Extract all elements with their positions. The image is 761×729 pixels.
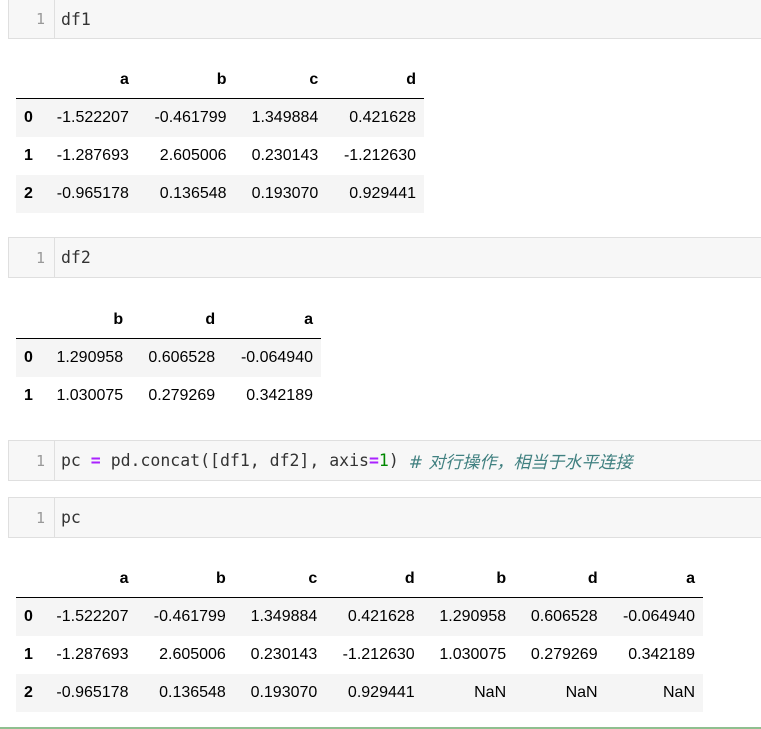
column-header: b xyxy=(422,561,515,598)
row-index: 2 xyxy=(24,684,33,701)
table-cell: -1.287693 xyxy=(56,147,129,164)
code-cell-df1[interactable]: 1 df1 xyxy=(8,0,761,39)
code-cell-pc[interactable]: 1 pc xyxy=(8,497,761,538)
row-index: 2 xyxy=(24,185,33,202)
code-variable: pc xyxy=(61,451,81,470)
row-index: 1 xyxy=(24,387,33,404)
column-header: d xyxy=(325,561,423,598)
table-row: 0 1.290958 0.606528 -0.064940 xyxy=(16,338,321,377)
table-cell: 0.606528 xyxy=(530,608,598,625)
table-cell: -1.212630 xyxy=(342,646,415,663)
column-header: a xyxy=(223,302,321,339)
table-cell: 1.349884 xyxy=(250,608,318,625)
line-number: 1 xyxy=(9,498,55,537)
column-header: b xyxy=(136,62,235,99)
index-header xyxy=(16,561,40,598)
table-cell: -1.522207 xyxy=(56,608,129,625)
table-cell: 1.349884 xyxy=(251,109,319,126)
dataframe-pc-output: a b c d b d a 0 -1.522207 -0.461799 1.34… xyxy=(16,561,703,712)
table-row: 1 -1.287693 2.605006 0.230143 -1.212630 xyxy=(16,137,424,175)
table-row: 1 1.030075 0.279269 0.342189 xyxy=(16,377,321,415)
column-header: c xyxy=(234,62,327,99)
table-cell: 0.230143 xyxy=(251,147,319,164)
line-number: 1 xyxy=(9,441,55,480)
table-cell: 0.279269 xyxy=(148,387,216,404)
table-cell: 0.279269 xyxy=(530,646,598,663)
code-operator: = xyxy=(80,451,111,470)
table-cell: 0.929441 xyxy=(347,684,415,701)
table-cell: 0.342189 xyxy=(246,387,313,404)
table-cell: NaN xyxy=(565,684,598,701)
code-comment: # 对行操作，相当于水平连接 xyxy=(408,453,633,473)
code-call: pd.concat([df1, df2], axis xyxy=(110,451,369,470)
table-cell: 0.606528 xyxy=(148,349,216,366)
table-cell: 1.030075 xyxy=(439,646,507,663)
table-cell: 0.342189 xyxy=(628,646,695,663)
dataframe-df1-output: a b c d 0 -1.522207 -0.461799 1.349884 0… xyxy=(16,62,424,213)
table-cell: 0.421628 xyxy=(349,109,416,126)
table-cell: 1.030075 xyxy=(56,387,124,404)
table-cell: -0.064940 xyxy=(240,349,313,366)
row-index: 0 xyxy=(24,109,33,126)
table-cell: 0.136548 xyxy=(159,185,227,202)
table-row: 0 -1.522207 -0.461799 1.349884 0.421628 xyxy=(16,98,424,137)
table-cell: 0.193070 xyxy=(251,185,319,202)
table-cell: 1.290958 xyxy=(56,349,124,366)
column-header: d xyxy=(514,561,606,598)
table-cell: NaN xyxy=(662,684,695,701)
table-cell: -0.461799 xyxy=(153,608,226,625)
line-number: 1 xyxy=(9,0,55,38)
dataframe-df2-output: b d a 0 1.290958 0.606528 -0.064940 1 1.… xyxy=(16,302,321,415)
table-row: 0 -1.522207 -0.461799 1.349884 0.421628 … xyxy=(16,597,703,636)
code-input[interactable]: pc = pd.concat([df1, df2], axis = 1) # 对行操… xyxy=(55,441,632,480)
code-input[interactable]: pc xyxy=(55,498,81,537)
code-input[interactable]: df2 xyxy=(55,238,91,277)
table-cell: -1.212630 xyxy=(343,147,416,164)
table-cell: 0.230143 xyxy=(250,646,318,663)
table-cell: 0.929441 xyxy=(349,185,416,202)
table-cell: -0.461799 xyxy=(154,109,227,126)
row-index: 0 xyxy=(24,349,33,366)
table-cell: -1.287693 xyxy=(56,646,129,663)
table-cell: 0.421628 xyxy=(347,608,415,625)
column-header: c xyxy=(233,561,326,598)
table-row: 2 -0.965178 0.136548 0.193070 0.929441 N… xyxy=(16,674,703,712)
table-cell: 0.193070 xyxy=(250,684,318,701)
column-header: d xyxy=(326,62,424,99)
code-punct: ) xyxy=(388,451,409,470)
table-cell: -1.522207 xyxy=(56,109,129,126)
column-header: b xyxy=(136,561,234,598)
table-row: 1 -1.287693 2.605006 0.230143 -1.212630 … xyxy=(16,636,703,674)
index-header xyxy=(16,302,40,339)
code-cell-concat[interactable]: 1 pc = pd.concat([df1, df2], axis = 1) # 对… xyxy=(8,440,761,481)
code-number: 1 xyxy=(378,451,389,470)
column-header: a xyxy=(39,62,137,99)
row-index: 0 xyxy=(24,608,33,625)
line-number: 1 xyxy=(9,238,55,277)
code-cell-df2[interactable]: 1 df2 xyxy=(8,237,761,278)
table-cell: -0.965178 xyxy=(56,684,129,701)
column-header: d xyxy=(131,302,224,339)
code-input[interactable]: df1 xyxy=(55,0,91,38)
table-cell: 2.605006 xyxy=(159,147,227,164)
table-row: 2 -0.965178 0.136548 0.193070 0.929441 xyxy=(16,175,424,213)
column-header: b xyxy=(39,302,132,339)
table-cell: 2.605006 xyxy=(159,646,226,663)
table-cell: 1.290958 xyxy=(439,608,507,625)
row-index: 1 xyxy=(24,646,33,663)
code-operator: = xyxy=(368,451,379,470)
table-cell: -0.064940 xyxy=(622,608,695,625)
table-cell: 0.136548 xyxy=(159,684,226,701)
column-header: a xyxy=(605,561,703,598)
row-index: 1 xyxy=(24,147,33,164)
index-header xyxy=(16,62,40,99)
column-header: a xyxy=(39,561,137,598)
table-cell: NaN xyxy=(474,684,507,701)
table-cell: -0.965178 xyxy=(56,185,129,202)
